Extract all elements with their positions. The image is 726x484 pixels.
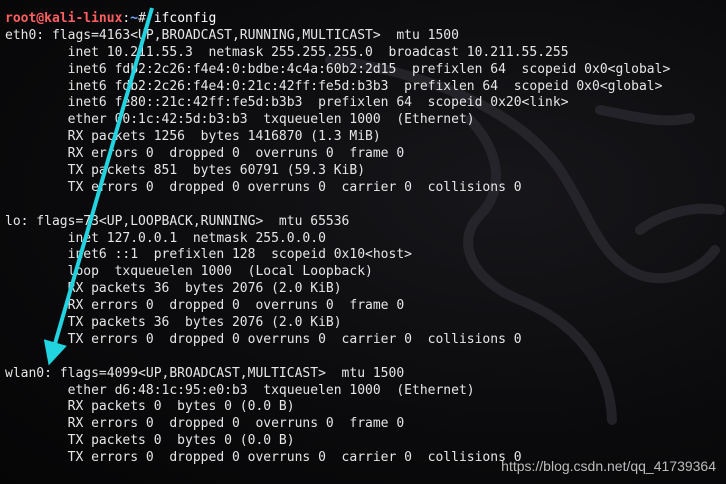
terminal-window[interactable]: root@kali-linux:~# ifconfig eth0: flags=…: [0, 0, 726, 484]
output-line: TX errors 0 dropped 0 overruns 0 carrier…: [5, 179, 522, 195]
prompt-path: ~: [130, 11, 139, 26]
prompt-user-host: root@kali-linux: [5, 11, 123, 26]
output-line: TX packets 36 bytes 2076 (2.0 KiB): [5, 315, 342, 331]
output-line: [5, 197, 670, 214]
output-line: lo: flags=73<UP,LOOPBACK,RUNNING> mtu 65…: [5, 213, 350, 229]
output-line: wlan0: flags=4099<UP,BROADCAST,MULTICAST…: [5, 365, 405, 381]
output-line: TX packets 851 bytes 60791 (59.3 KiB): [5, 163, 366, 179]
output-line: RX errors 0 dropped 0 overruns 0 frame 0: [5, 416, 405, 432]
output-line: ether d6:48:1c:95:e0:b3 txqueuelen 1000 …: [5, 382, 475, 398]
output-line: inet 10.211.55.3 netmask 255.255.255.0 b…: [5, 44, 569, 60]
output-line: RX errors 0 dropped 0 overruns 0 frame 0: [5, 298, 405, 314]
output-line: ether 00:1c:42:5d:b3:b3 txqueuelen 1000 …: [5, 112, 475, 128]
output-line: RX packets 1256 bytes 1416870 (1.3 MiB): [5, 129, 381, 145]
output-line: RX packets 0 bytes 0 (0.0 B): [5, 399, 295, 415]
output-line: inet6 ::1 prefixlen 128 scopeid 0x10<hos…: [5, 247, 412, 263]
output-line: inet6 fdb2:2c26:f4e4:0:bdbe:4c4a:60b2:2d…: [5, 61, 671, 77]
csdn-watermark: https://blog.csdn.net/qq_41739364: [501, 458, 716, 474]
output-line: eth0: flags=4163<UP,BROADCAST,RUNNING,MU…: [5, 27, 459, 43]
prompt-symbol: #: [138, 11, 146, 26]
output-line: RX errors 0 dropped 0 overruns 0 frame 0: [5, 146, 405, 162]
prompt-command: ifconfig: [145, 11, 217, 26]
output-line: TX packets 0 bytes 0 (0.0 B): [5, 433, 295, 449]
output-line: inet6 fdb2:2c26:f4e4:0:21c:42ff:fe5d:b3b…: [5, 78, 663, 94]
output-line: [5, 349, 670, 366]
output-line: inet 127.0.0.1 netmask 255.0.0.0: [5, 230, 326, 246]
output-line: loop txqueuelen 1000 (Local Loopback): [5, 264, 373, 280]
terminal-output: root@kali-linux:~# ifconfig eth0: flags=…: [5, 11, 670, 467]
output-line: RX packets 36 bytes 2076 (2.0 KiB): [5, 281, 342, 297]
output-line: inet6 fe80::21c:42ff:fe5d:b3b3 prefixlen…: [5, 95, 569, 111]
output-line: TX errors 0 dropped 0 overruns 0 carrier…: [5, 331, 522, 347]
prompt-line: root@kali-linux:~# ifconfig: [5, 11, 670, 28]
